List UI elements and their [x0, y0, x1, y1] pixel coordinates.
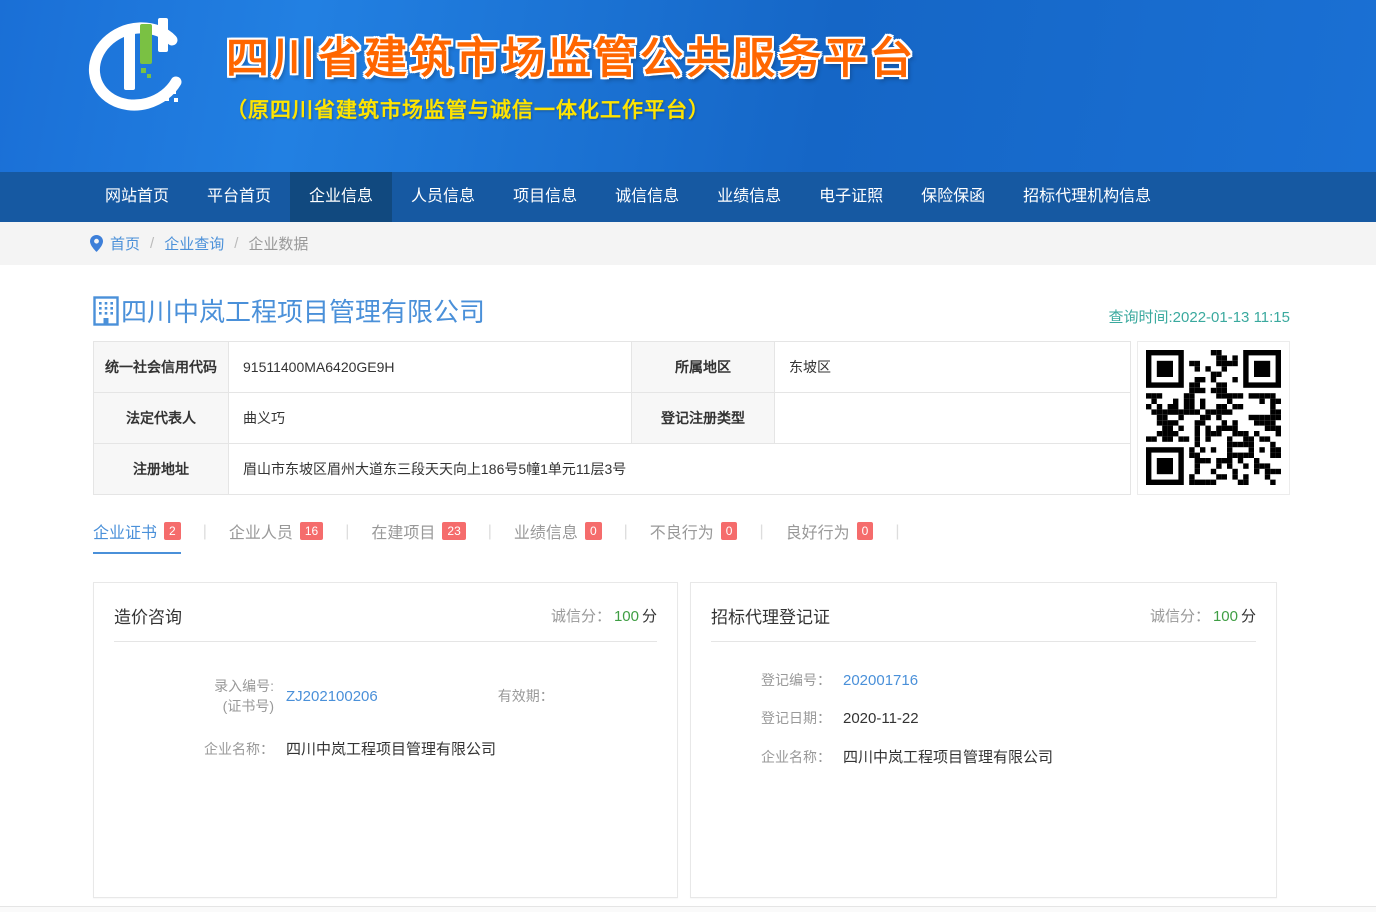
- table-row: 法定代表人 曲义巧 登记注册类型: [94, 393, 1131, 444]
- nav-item-bidding-agency-info[interactable]: 招标代理机构信息: [1004, 172, 1170, 222]
- company-info-table: 统一社会信用代码 91511400MA6420GE9H 所属地区 东坡区 法定代…: [93, 341, 1131, 495]
- tab-separator: |: [203, 523, 207, 550]
- tab-count-badge: 16: [300, 522, 323, 540]
- nav-item-insurance-guarantee[interactable]: 保险保函: [902, 172, 1004, 222]
- footer-divider: [0, 906, 1376, 912]
- info-value-legal-rep: 曲义巧: [229, 393, 632, 444]
- cert-number-link[interactable]: ZJ202100206: [286, 688, 378, 705]
- tab-separator: |: [488, 523, 492, 550]
- tab-label: 不良行为: [650, 519, 714, 543]
- registration-date-row: 登记日期： 2020-11-22: [711, 708, 1256, 728]
- tab-separator: |: [759, 523, 763, 550]
- company-name-row: 企业名称： 四川中岚工程项目管理有限公司: [114, 738, 657, 759]
- company-name-value: 四川中岚工程项目管理有限公司: [843, 746, 1053, 767]
- company-title: 四川中岚工程项目管理有限公司: [93, 292, 485, 329]
- tab-enterprise-personnel[interactable]: 企业人员 16: [229, 519, 323, 554]
- table-row: 统一社会信用代码 91511400MA6420GE9H 所属地区 东坡区: [94, 342, 1131, 393]
- breadcrumb-separator: /: [150, 235, 154, 252]
- bidding-agency-registration-card: 招标代理登记证 诚信分：100分 登记编号： 202001716 登记日期： 2…: [690, 582, 1277, 898]
- tab-count-badge: 0: [857, 522, 874, 540]
- location-pin-icon: [90, 235, 103, 252]
- qr-code-box: [1137, 341, 1290, 495]
- card-title: 造价咨询: [114, 603, 182, 628]
- score-label: 诚信分：: [551, 608, 611, 625]
- credit-score: 诚信分：100分: [551, 605, 657, 626]
- nav-item-credit-info[interactable]: 诚信信息: [596, 172, 698, 222]
- breadcrumb: 首页 / 企业查询 / 企业数据: [0, 222, 1376, 265]
- tab-label: 良好行为: [786, 519, 850, 543]
- nav-item-personnel-info[interactable]: 人员信息: [392, 172, 494, 222]
- qr-code: [1146, 350, 1281, 485]
- tab-count-badge: 0: [721, 522, 738, 540]
- site-logo-icon: [86, 10, 190, 124]
- certificate-cards: 造价咨询 诚信分：100分 录入编号: (证书号) ZJ202100206 有效…: [93, 582, 1290, 898]
- tab-count-badge: 0: [585, 522, 602, 540]
- site-title: 四川省建筑市场监管公共服务平台: [226, 24, 916, 86]
- registration-date-value: 2020-11-22: [843, 710, 919, 727]
- nav-item-e-certificate[interactable]: 电子证照: [800, 172, 902, 222]
- info-label-legal-rep: 法定代表人: [94, 393, 229, 444]
- info-value-address: 眉山市东坡区眉州大道东三段天天向上186号5幢1单元11层3号: [229, 444, 1131, 495]
- cost-consulting-card: 造价咨询 诚信分：100分 录入编号: (证书号) ZJ202100206 有效…: [93, 582, 678, 898]
- nav-item-performance-info[interactable]: 业绩信息: [698, 172, 800, 222]
- tab-label: 企业人员: [229, 519, 293, 543]
- cert-number-row: 录入编号: (证书号) ZJ202100206 有效期：: [114, 676, 657, 716]
- breadcrumb-enterprise-query[interactable]: 企业查询: [164, 233, 224, 254]
- tab-separator: |: [624, 523, 628, 550]
- tab-label: 企业证书: [93, 519, 157, 543]
- tab-separator: |: [345, 523, 349, 550]
- building-icon: [93, 296, 119, 326]
- nav-item-project-info[interactable]: 项目信息: [494, 172, 596, 222]
- company-name-row: 企业名称： 四川中岚工程项目管理有限公司: [711, 746, 1256, 767]
- query-time: 查询时间:2022-01-13 11:15: [1109, 306, 1291, 329]
- registration-number-label: 登记编号：: [711, 670, 831, 690]
- tab-separator: |: [895, 523, 899, 550]
- nav-item-enterprise-info[interactable]: 企业信息: [290, 172, 392, 222]
- info-value-registration-type: [775, 393, 1131, 444]
- registration-date-label: 登记日期：: [711, 708, 831, 728]
- site-subtitle: （原四川省建筑市场监管与诚信一体化工作平台）: [226, 94, 916, 124]
- info-label-credit-code: 统一社会信用代码: [94, 342, 229, 393]
- info-label-address: 注册地址: [94, 444, 229, 495]
- tab-label: 在建项目: [371, 519, 435, 543]
- card-title: 招标代理登记证: [711, 603, 830, 628]
- tab-count-badge: 2: [164, 522, 181, 540]
- validity-label: 有效期：: [498, 686, 554, 706]
- tab-good-behavior[interactable]: 良好行为 0: [786, 519, 874, 554]
- score-value: 100: [1213, 608, 1238, 625]
- score-label: 诚信分：: [1150, 608, 1210, 625]
- breadcrumb-home[interactable]: 首页: [110, 233, 140, 254]
- nav-item-website-home[interactable]: 网站首页: [86, 172, 188, 222]
- detail-tabs: 企业证书 2 | 企业人员 16 | 在建项目 23 | 业绩信息 0 | 不良…: [93, 519, 1290, 554]
- tab-enterprise-certificates[interactable]: 企业证书 2: [93, 519, 181, 554]
- tab-label: 业绩信息: [514, 519, 578, 543]
- registration-number-row: 登记编号： 202001716: [711, 670, 1256, 690]
- tab-bad-behavior[interactable]: 不良行为 0: [650, 519, 738, 554]
- info-value-region: 东坡区: [775, 342, 1131, 393]
- tab-projects-under-construction[interactable]: 在建项目 23: [371, 519, 465, 554]
- score-value: 100: [614, 608, 639, 625]
- nav-item-platform-home[interactable]: 平台首页: [188, 172, 290, 222]
- score-unit: 分: [642, 608, 657, 625]
- credit-score: 诚信分：100分: [1150, 605, 1256, 626]
- breadcrumb-separator: /: [234, 235, 238, 252]
- main-content: 四川中岚工程项目管理有限公司 查询时间:2022-01-13 11:15 统一社…: [93, 295, 1290, 898]
- cert-number-label: 录入编号: (证书号): [114, 676, 274, 716]
- company-name-label: 企业名称：: [711, 747, 831, 767]
- tab-performance-info[interactable]: 业绩信息 0: [514, 519, 602, 554]
- company-name-label: 企业名称：: [114, 739, 274, 759]
- registration-number-link[interactable]: 202001716: [843, 672, 918, 689]
- site-banner: 四川省建筑市场监管公共服务平台 （原四川省建筑市场监管与诚信一体化工作平台）: [0, 0, 1376, 172]
- company-name: 四川中岚工程项目管理有限公司: [121, 292, 485, 329]
- table-row: 注册地址 眉山市东坡区眉州大道东三段天天向上186号5幢1单元11层3号: [94, 444, 1131, 495]
- company-name-value: 四川中岚工程项目管理有限公司: [286, 738, 496, 759]
- score-unit: 分: [1241, 608, 1256, 625]
- breadcrumb-current: 企业数据: [248, 233, 308, 254]
- tab-count-badge: 23: [442, 522, 465, 540]
- info-label-region: 所属地区: [632, 342, 775, 393]
- main-nav: 网站首页 平台首页 企业信息 人员信息 项目信息 诚信信息 业绩信息 电子证照 …: [0, 172, 1376, 222]
- info-value-credit-code: 91511400MA6420GE9H: [229, 342, 632, 393]
- info-label-registration-type: 登记注册类型: [632, 393, 775, 444]
